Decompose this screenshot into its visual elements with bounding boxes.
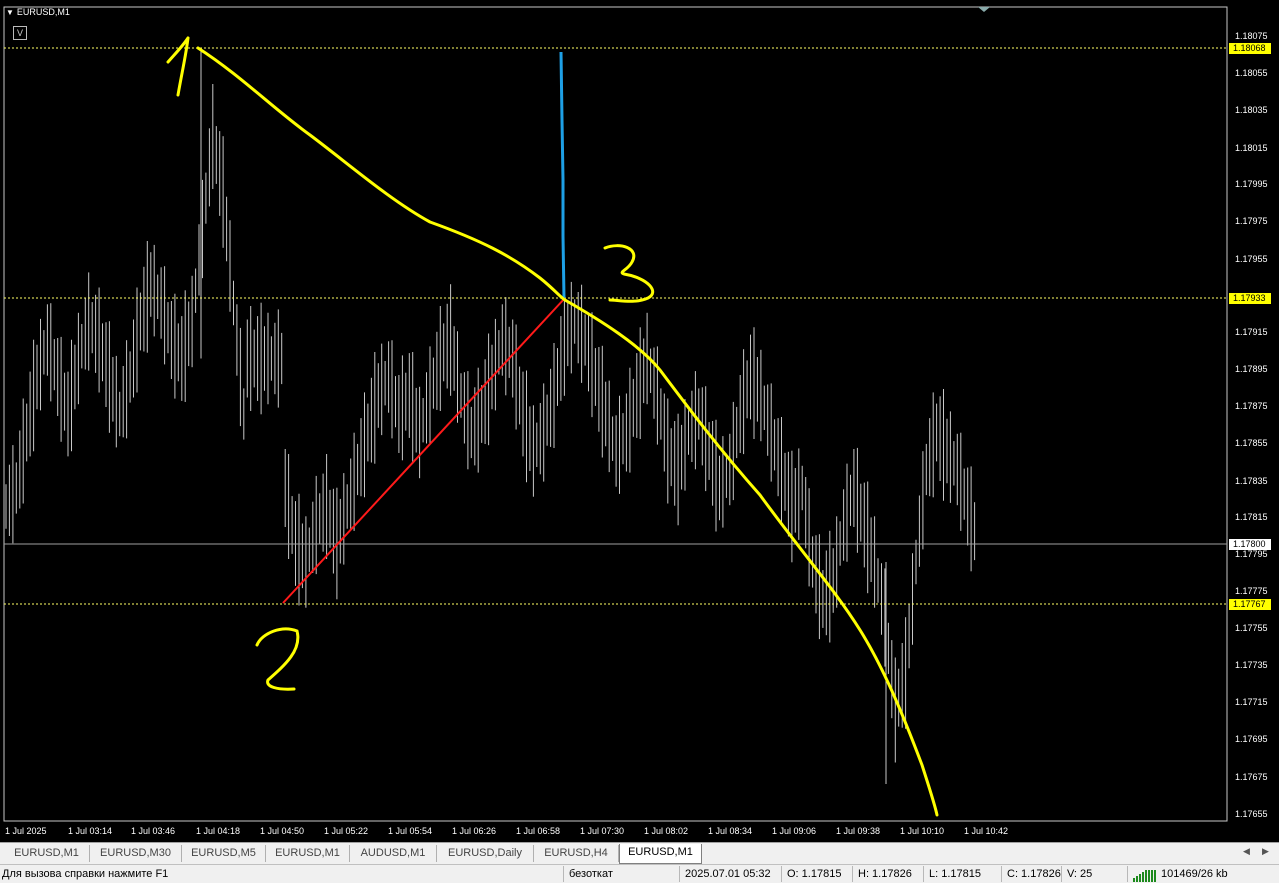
price-level-label: 1.17815 xyxy=(1235,512,1268,522)
chart-tab[interactable]: EURUSD,M1 xyxy=(266,845,350,862)
time-label: 1 Jul 03:46 xyxy=(131,826,176,836)
price-tag: 1.17800 xyxy=(1229,539,1271,550)
time-label: 1 Jul 05:22 xyxy=(324,826,369,836)
traffic-value: 101469/26 kb xyxy=(1161,868,1228,880)
chart-shift-marker-icon[interactable] xyxy=(978,7,990,12)
chart-tab[interactable]: AUDUSD,M1 xyxy=(350,845,437,862)
time-label: 1 Jul 08:34 xyxy=(708,826,753,836)
price-level-label: 1.17775 xyxy=(1235,586,1268,596)
time-label: 1 Jul 10:10 xyxy=(900,826,945,836)
price-tag: 1.17933 xyxy=(1229,293,1271,304)
chart-tab[interactable]: EURUSD,M1 xyxy=(4,845,90,862)
price-level-label: 1.17675 xyxy=(1235,772,1268,782)
time-label: 1 Jul 04:50 xyxy=(260,826,305,836)
time-label: 1 Jul 04:18 xyxy=(196,826,241,836)
time-label: 1 Jul 07:30 xyxy=(580,826,625,836)
status-bar: Для вызова справки нажмите F1 безоткат 2… xyxy=(0,864,1279,883)
status-datetime: 2025.07.01 05:32 xyxy=(679,866,781,882)
status-high: H: 1.17826 xyxy=(852,866,923,882)
price-level-label: 1.17695 xyxy=(1235,734,1268,744)
chart-tab[interactable]: EURUSD,H4 xyxy=(534,845,619,862)
price-level-label: 1.17715 xyxy=(1235,697,1268,707)
price-level-label: 1.17995 xyxy=(1235,179,1268,189)
trading-terminal-window: ▼ EURUSD,M1 V 1.18075 1.18055 1.18035 1.1801… xyxy=(0,0,1279,883)
one-click-trading-toggle-button[interactable]: V xyxy=(13,26,27,40)
price-level-label: 1.17975 xyxy=(1235,216,1268,226)
status-profile: безоткат xyxy=(563,866,679,882)
time-label: 1 Jul 08:02 xyxy=(644,826,689,836)
time-label: 1 Jul 2025 xyxy=(5,826,47,836)
price-level-label: 1.18075 xyxy=(1235,31,1268,41)
chart-tab[interactable]: EURUSD,M30 xyxy=(90,845,182,862)
time-label: 1 Jul 06:26 xyxy=(452,826,497,836)
dropdown-triangle-icon[interactable]: ▼ xyxy=(6,8,14,17)
chart-title: ▼ EURUSD,M1 xyxy=(6,7,70,17)
chart-window[interactable]: ▼ EURUSD,M1 V 1.18075 1.18055 1.18035 1.1801… xyxy=(0,0,1279,842)
time-label: 1 Jul 06:58 xyxy=(516,826,561,836)
chart-frame xyxy=(3,6,1228,822)
chart-symbol-label: EURUSD,M1 xyxy=(16,7,70,17)
price-level-label: 1.17875 xyxy=(1235,401,1268,411)
tab-scroll-left-icon[interactable]: ◀ xyxy=(1243,846,1250,857)
connection-bars-icon xyxy=(1133,866,1157,883)
time-label: 1 Jul 05:54 xyxy=(388,826,433,836)
status-traffic: 101469/26 kb xyxy=(1127,866,1279,883)
price-level-label: 1.17895 xyxy=(1235,364,1268,374)
chart-tab-bar: ◀ ▶ EURUSD,M1 EURUSD,M30 EURUSD,M5 EURUSD,M… xyxy=(0,842,1279,865)
price-level-label: 1.17835 xyxy=(1235,476,1268,486)
chart-tab[interactable]: EURUSD,M1 xyxy=(619,844,702,864)
price-tag: 1.18068 xyxy=(1229,43,1271,54)
price-level-label: 1.17795 xyxy=(1235,549,1268,559)
price-level-label: 1.17955 xyxy=(1235,254,1268,264)
time-label: 1 Jul 09:38 xyxy=(836,826,881,836)
candlestick-series xyxy=(5,47,976,784)
price-level-label: 1.17655 xyxy=(1235,809,1268,819)
price-tag: 1.17767 xyxy=(1229,599,1271,610)
status-help-text: Для вызова справки нажмите F1 xyxy=(2,868,169,880)
price-level-label: 1.17915 xyxy=(1235,327,1268,337)
status-volume: V: 25 xyxy=(1061,866,1127,882)
time-label: 1 Jul 09:06 xyxy=(772,826,817,836)
price-level-label: 1.17855 xyxy=(1235,438,1268,448)
price-chart[interactable] xyxy=(0,0,1279,842)
time-label: 1 Jul 10:42 xyxy=(964,826,1009,836)
chart-tab[interactable]: EURUSD,M5 xyxy=(182,845,266,862)
price-level-label: 1.18055 xyxy=(1235,68,1268,78)
chart-tab[interactable]: EURUSD,Daily xyxy=(437,845,534,862)
hand-drawn-yellow-curve xyxy=(196,46,939,817)
price-level-label: 1.17735 xyxy=(1235,660,1268,670)
hand-number-3 xyxy=(603,244,655,303)
hand-number-1 xyxy=(166,36,190,97)
hand-number-2 xyxy=(255,627,300,691)
status-close: C: 1.17826 xyxy=(1001,866,1061,882)
time-label: 1 Jul 03:14 xyxy=(68,826,113,836)
status-open: O: 1.17815 xyxy=(781,866,852,882)
price-level-label: 1.18035 xyxy=(1235,105,1268,115)
blue-vertical-line[interactable] xyxy=(559,51,566,299)
tab-scroll-right-icon[interactable]: ▶ xyxy=(1262,846,1269,857)
status-low: L: 1.17815 xyxy=(923,866,1001,882)
price-level-label: 1.18015 xyxy=(1235,143,1268,153)
price-level-label: 1.17755 xyxy=(1235,623,1268,633)
